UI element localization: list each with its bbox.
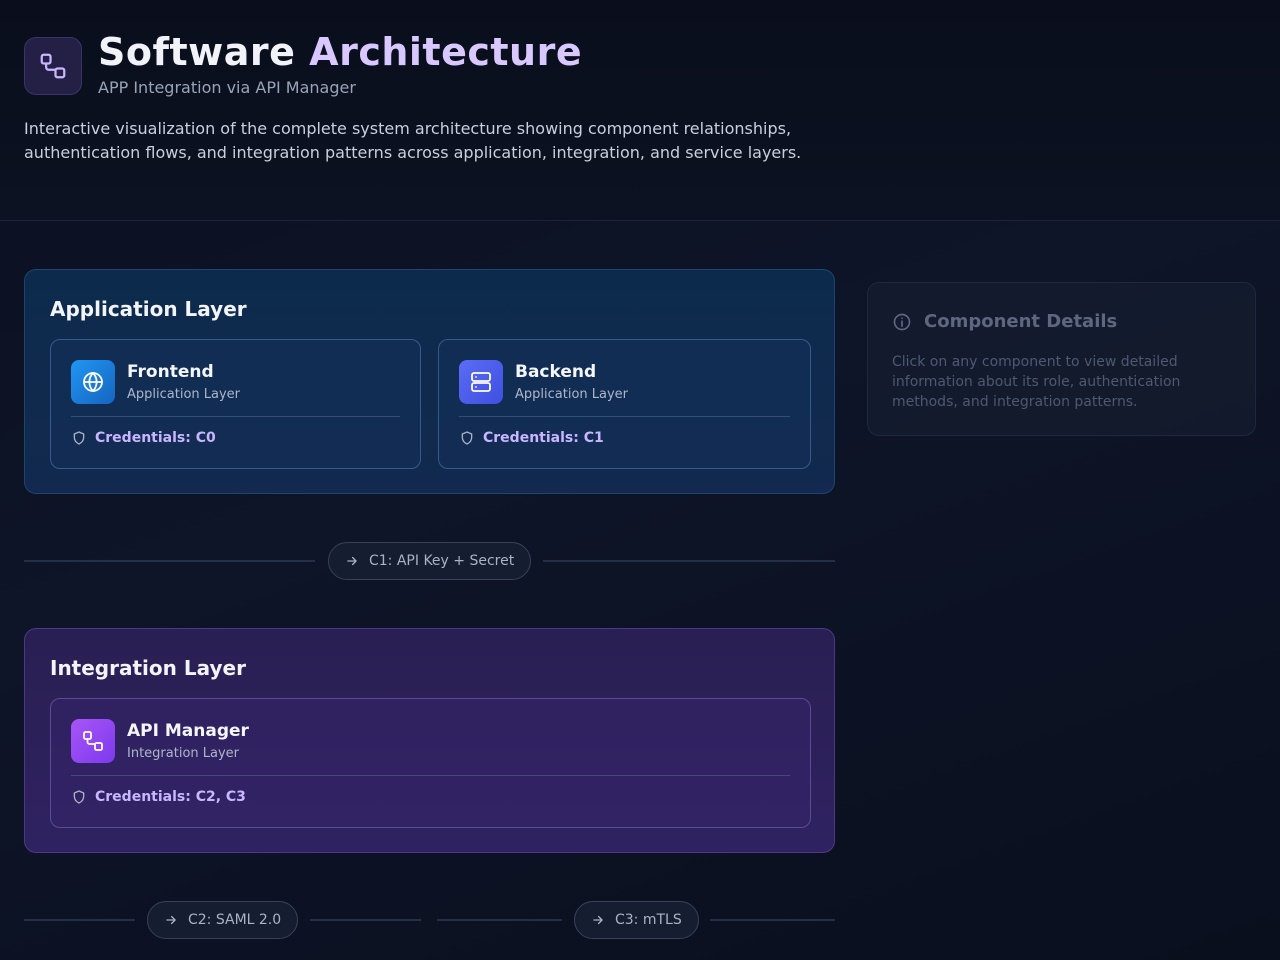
connection-label[interactable]: C1: API Key + Secret [328,542,532,580]
connector-line [310,919,421,921]
globe-icon [71,360,115,404]
page-header: Software Architecture APP Integration vi… [0,0,1280,221]
divider [71,416,400,417]
divider [459,416,790,417]
credentials-label: Credentials: C1 [459,430,604,446]
shield-icon [73,431,85,445]
details-text: Click on any component to view detailed … [892,354,1181,410]
connection-c1: C1: API Key + Secret [24,542,835,580]
component-layer-label: Integration Layer [127,746,240,761]
shield-icon [73,790,85,804]
component-name: Backend [515,362,597,382]
page-description: Interactive visualization of the complet… [24,119,802,162]
integration-layer: Integration Layer API Manager Integratio… [24,628,835,853]
server-icon [459,360,503,404]
connector-line [24,560,315,562]
component-layer-label: Application Layer [127,387,241,402]
component-details-panel: Component Details Click on any component… [867,282,1256,436]
connector-line [437,919,562,921]
connection-label[interactable]: C3: mTLS [574,901,699,939]
connection-c3: C3: mTLS [437,901,835,939]
arrow-right-icon [347,556,357,566]
credentials-label: Credentials: C2, C3 [71,789,246,805]
info-icon [893,313,911,331]
component-name: Frontend [127,362,214,382]
layer-title: Application Layer [50,297,247,321]
workflow-icon [71,719,115,763]
workflow-icon [24,37,82,95]
connector-line [24,919,135,921]
credentials-label: Credentials: C0 [71,430,216,446]
arrow-right-icon [166,915,176,925]
connector-line [710,919,835,921]
details-title: Component Details [924,311,1118,332]
connection-label[interactable]: C2: SAML 2.0 [147,901,299,939]
page-subtitle: APP Integration via API Manager [98,78,356,97]
component-card-frontend[interactable]: Frontend Application Layer Credentials: … [50,339,421,469]
divider [71,775,790,776]
component-card-api-manager[interactable]: API Manager Integration Layer Credential… [50,698,811,828]
connection-c2: C2: SAML 2.0 [24,901,421,939]
shield-icon [461,431,473,445]
connector-line [543,560,835,562]
component-name: API Manager [127,721,249,741]
component-layer-label: Application Layer [515,387,629,402]
component-card-backend[interactable]: Backend Application Layer Credentials: C… [438,339,811,469]
page-title: Software Architecture [98,30,583,74]
layer-title: Integration Layer [50,656,246,680]
arrow-right-icon [593,915,603,925]
application-layer: Application Layer Frontend Application L… [24,269,835,494]
